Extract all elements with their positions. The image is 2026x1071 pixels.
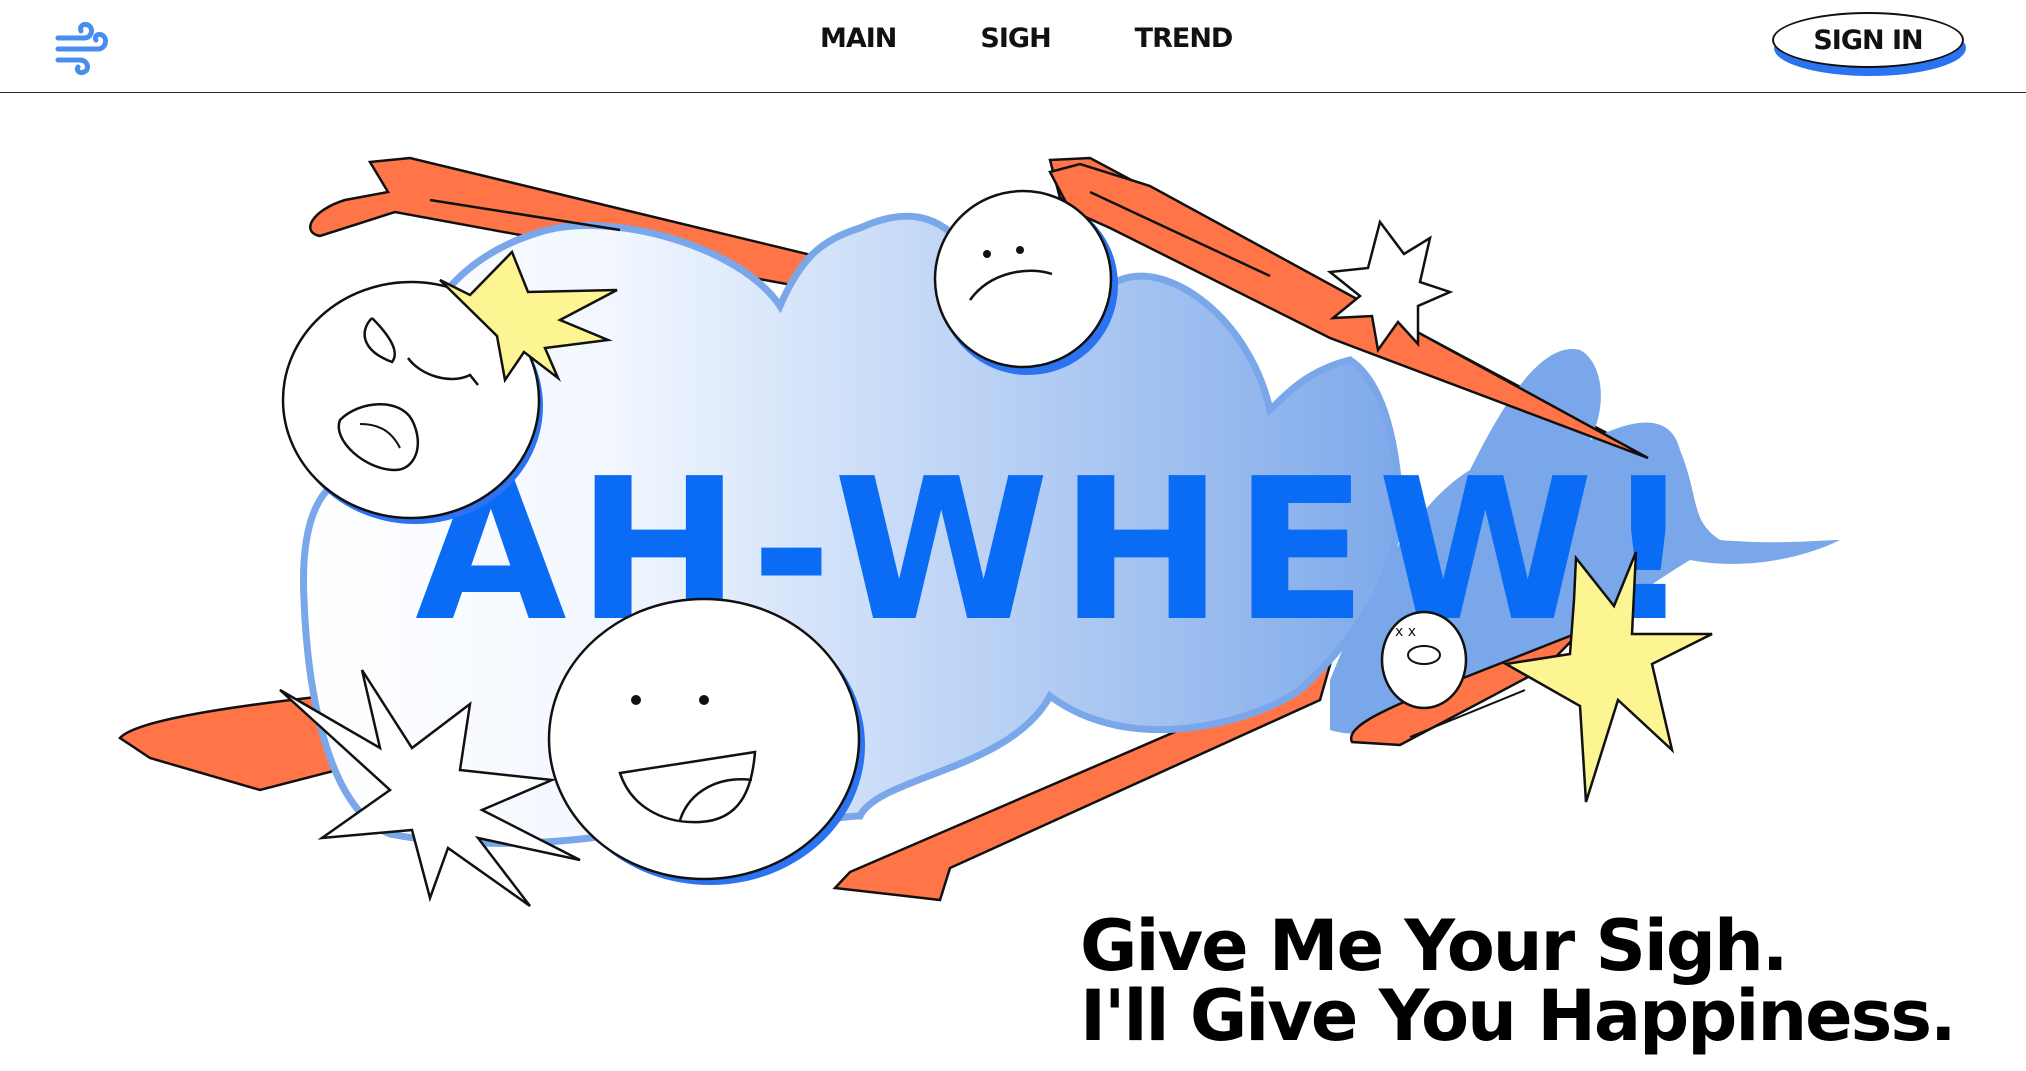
tagline-line-1: Give Me Your Sigh.: [1080, 905, 1788, 987]
top-navbar: MAIN SIGH TREND SIGN IN: [0, 0, 2026, 93]
hero-tagline: Give Me Your Sigh. I'll Give You Happine…: [1080, 905, 1957, 1057]
nav-main-link[interactable]: MAIN: [820, 22, 897, 56]
hero-section: AH-WHEW! x x Give Me Your Sigh. I'll Giv…: [0, 93, 2026, 1071]
wind-logo-icon[interactable]: [54, 18, 112, 76]
main-nav: MAIN SIGH TREND: [820, 22, 1234, 56]
fallen-face-right: x x: [1380, 610, 1468, 710]
sign-in-button-wrapper[interactable]: SIGN IN: [1772, 12, 1972, 84]
svg-text:x x: x x: [1395, 624, 1416, 640]
nav-sigh-link[interactable]: SIGH: [980, 22, 1051, 56]
tagline-line-2: I'll Give You Happiness.: [1080, 975, 1957, 1057]
nav-trend-link[interactable]: TREND: [1135, 22, 1234, 56]
sign-in-button[interactable]: SIGN IN: [1772, 12, 1964, 68]
